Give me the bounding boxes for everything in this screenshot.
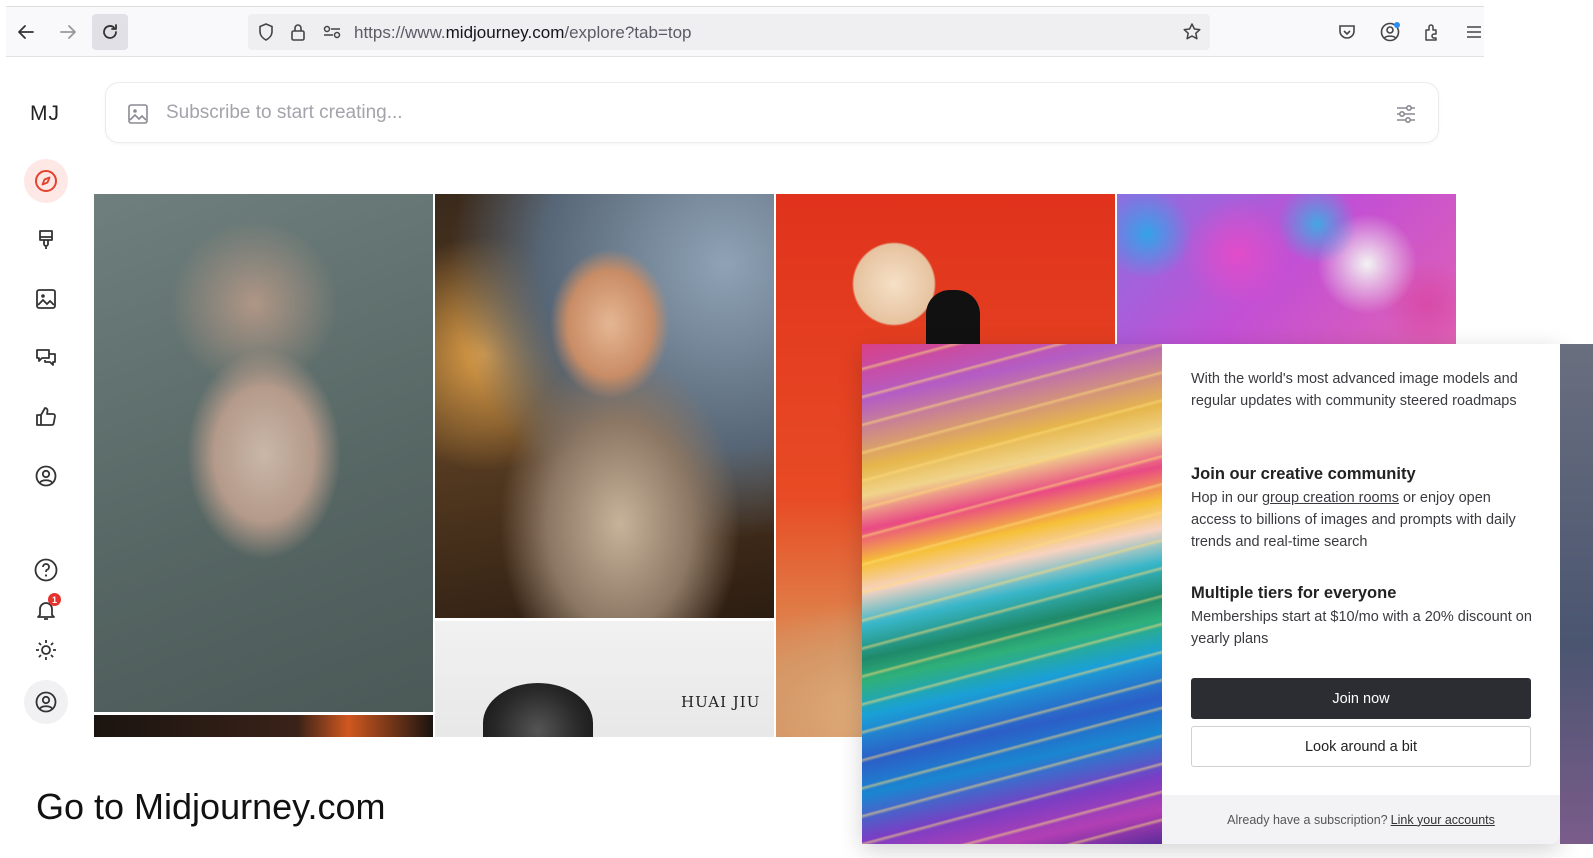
menu-button[interactable] [1456, 14, 1492, 50]
user-icon [35, 691, 57, 713]
modal-footer: Already have a subscription? Link your a… [1162, 795, 1560, 844]
url-bar[interactable]: https://www.midjourney.com/explore?tab=t… [248, 14, 1210, 50]
browser-toolbar: https://www.midjourney.com/explore?tab=t… [6, 7, 1484, 57]
lock-icon[interactable] [288, 22, 308, 42]
notification-badge: 1 [48, 593, 61, 606]
back-icon [18, 25, 34, 39]
tiers-heading: Multiple tiers for everyone [1191, 584, 1397, 602]
nav-chat[interactable] [24, 336, 68, 380]
chat-icon [36, 349, 56, 366]
reload-icon [103, 24, 117, 39]
brush-icon [39, 230, 53, 249]
nav-organize[interactable] [24, 277, 68, 321]
group-rooms-link[interactable]: group creation rooms [1262, 490, 1399, 506]
join-now-button[interactable]: Join now [1191, 678, 1531, 719]
nav-explore[interactable] [24, 159, 68, 203]
pocket-button[interactable] [1329, 14, 1365, 50]
account-button[interactable] [1372, 14, 1408, 50]
forward-button[interactable] [50, 14, 86, 50]
url-domain: midjourney.com [445, 23, 565, 42]
nav-profile[interactable] [24, 454, 68, 498]
look-around-button[interactable]: Look around a bit [1191, 726, 1531, 767]
image-watermark: HUAI JIU [681, 693, 761, 711]
back-button[interactable] [8, 14, 44, 50]
menu-icon [1467, 26, 1481, 38]
help-icon [34, 558, 58, 582]
prompt-bar[interactable]: Subscribe to start creating... [105, 82, 1439, 143]
reload-button[interactable] [92, 14, 128, 50]
profile-icon [35, 465, 57, 487]
community-text: Hop in our group creation rooms or enjoy… [1191, 490, 1516, 550]
forward-icon [60, 25, 76, 39]
gallery-image-rose[interactable]: HUAI JIU [435, 621, 774, 737]
shield-icon[interactable] [256, 22, 276, 42]
url-text[interactable]: https://www.midjourney.com/explore?tab=t… [354, 23, 692, 43]
nav-theme-toggle[interactable] [24, 628, 68, 672]
mj-logo[interactable]: MJ [30, 102, 60, 126]
account-icon [1380, 22, 1400, 42]
gallery-image-disco-woman[interactable] [435, 194, 774, 618]
subscribe-modal: With the world's most advanced image mod… [862, 344, 1560, 844]
gallery-icon [36, 289, 56, 309]
modal-intro-text: With the world's most advanced image mod… [1191, 371, 1518, 409]
nav-create[interactable] [24, 218, 68, 262]
background-edge [1560, 344, 1593, 844]
community-heading: Join our creative community [1191, 465, 1416, 483]
thumbs-up-icon [36, 407, 56, 426]
extensions-button[interactable] [1414, 14, 1450, 50]
settings-sliders-icon[interactable] [1394, 102, 1418, 131]
prompt-input[interactable]: Subscribe to start creating... [166, 102, 403, 124]
caption-text: Go to Midjourney.com [36, 786, 386, 827]
nav-notifications[interactable]: 1 [24, 588, 68, 632]
rose-shape [483, 683, 593, 737]
compass-icon [35, 170, 57, 192]
gallery-image-dark[interactable] [94, 715, 433, 737]
nav-rate[interactable] [24, 395, 68, 439]
footer-text: Already have a subscription? [1227, 812, 1388, 827]
permissions-icon[interactable] [322, 22, 342, 42]
sun-icon [36, 640, 56, 660]
extensions-icon [1425, 24, 1437, 41]
image-icon[interactable] [126, 102, 150, 131]
nav-help[interactable] [24, 548, 68, 592]
link-accounts-link[interactable]: Link your accounts [1391, 813, 1495, 827]
pocket-icon [1339, 25, 1355, 39]
nav-account[interactable] [24, 680, 68, 724]
bookmark-star-icon[interactable] [1182, 22, 1202, 42]
tiers-text: Memberships start at $10/mo with a 20% d… [1191, 609, 1532, 647]
gallery-image-horned-figure[interactable] [94, 194, 433, 712]
gallery-image-monsters[interactable] [1117, 194, 1456, 346]
modal-artwork [862, 344, 1162, 844]
